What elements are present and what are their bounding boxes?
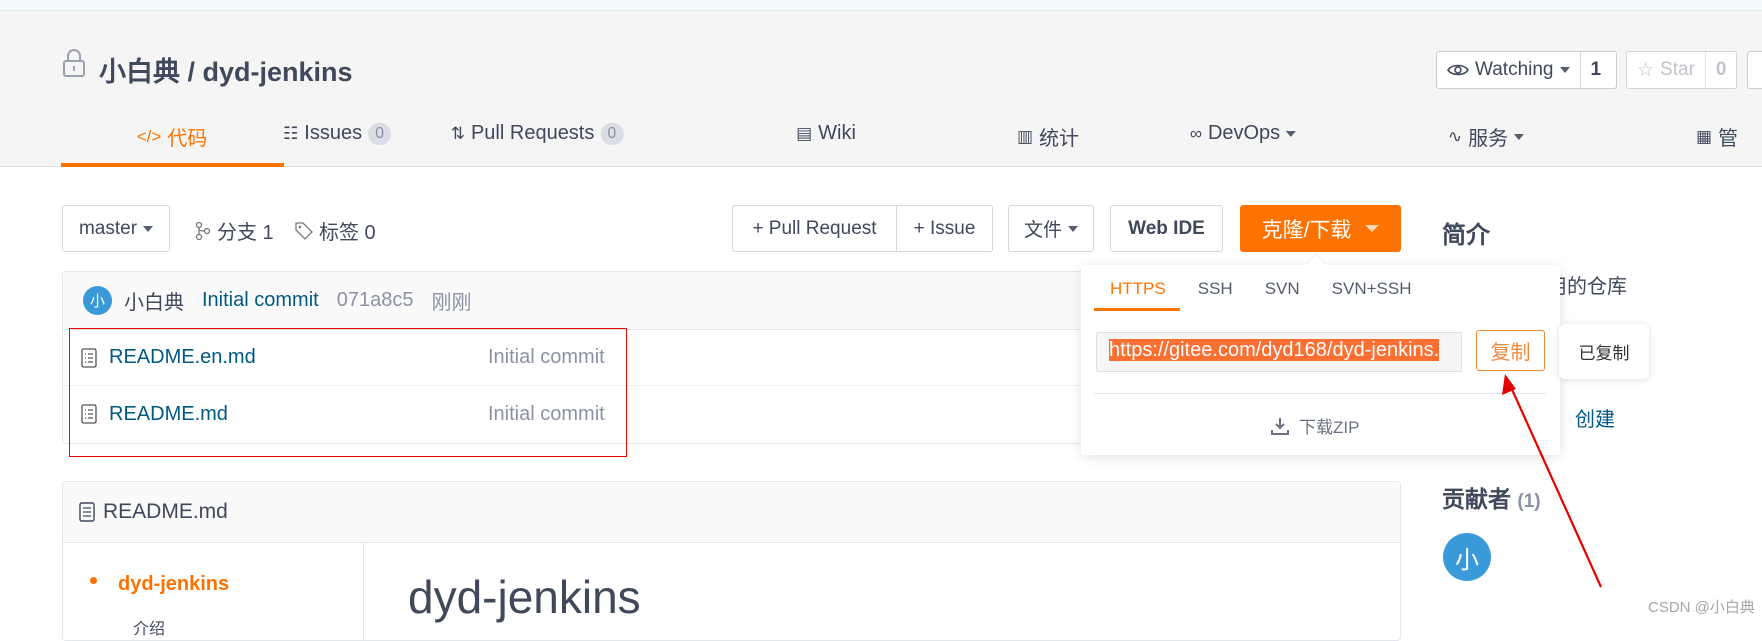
watch-count[interactable]: 1 <box>1579 52 1612 88</box>
protocol-tab-https[interactable]: HTTPS <box>1094 279 1182 299</box>
branch-icon <box>195 221 211 240</box>
tab-6[interactable]: ∿ 服务 <box>1447 122 1525 151</box>
watermark: CSDN @小白典 <box>1648 599 1755 616</box>
chevron-down-icon <box>1365 225 1380 232</box>
copied-tooltip: 已复制 <box>1559 324 1649 379</box>
tab-5[interactable]: ∞ DevOps <box>1189 122 1297 145</box>
toc-item[interactable]: dyd-jenkins <box>118 574 229 594</box>
pulse-icon: ∿ <box>1447 126 1463 146</box>
download-zip-link[interactable]: 下载ZIP <box>1271 413 1359 438</box>
clone-download-button[interactable]: 克隆/下载 <box>1240 205 1401 252</box>
tab-0[interactable]: </> 代码 <box>137 122 208 151</box>
bar-chart-icon: ▥ <box>1016 126 1034 146</box>
tab-4[interactable]: ▥ 统计 <box>1017 122 1079 151</box>
lock-icon <box>63 49 85 77</box>
readme-panel: README.md dyd-jenkins 介绍 dyd-jenkins <box>62 481 1401 641</box>
star-button[interactable]: ☆ Star 0 <box>1626 51 1737 89</box>
chevron-down-icon <box>1559 67 1570 73</box>
clone-popup: HTTPS SSH SVN SVN+SSH https://gitee.com/dyd… <box>1081 255 1560 455</box>
watch-toggle[interactable]: Watching <box>1437 52 1580 88</box>
tag-icon <box>295 221 313 240</box>
new-pull-request-button[interactable]: + Pull Request <box>732 205 897 252</box>
issues-icon: ☷ <box>283 123 299 143</box>
contributor-avatar[interactable]: 小 <box>1443 533 1491 581</box>
chevron-down-icon <box>1286 130 1297 137</box>
copy-button[interactable]: 复制 <box>1476 330 1545 371</box>
document-icon <box>79 502 95 522</box>
tab-count-badge: 0 <box>368 122 391 145</box>
clone-url-input[interactable]: https://gitee.com/dyd168/dyd-jenkins. <box>1096 332 1462 372</box>
readme-heading: dyd-jenkins <box>408 571 641 623</box>
commit-hash[interactable]: 071a8c5 <box>337 289 414 312</box>
commit-author[interactable]: 小白典 <box>124 286 184 315</box>
tab-1[interactable]: ☷ Issues 0 <box>283 122 391 145</box>
infinity-icon: ∞ <box>1189 123 1202 143</box>
branch-select[interactable]: master <box>62 205 170 252</box>
chevron-down-icon <box>1514 133 1525 140</box>
code-icon: </> <box>136 126 162 146</box>
readme-header: README.md <box>63 482 1400 543</box>
star-toggle[interactable]: ☆ Star <box>1627 52 1705 88</box>
protocol-tab-ssh[interactable]: SSH <box>1182 279 1249 299</box>
intro-title: 简介 <box>1442 222 1490 249</box>
book-icon: ▤ <box>796 123 813 143</box>
watch-button[interactable]: Watching 1 <box>1436 51 1617 89</box>
tab-3[interactable]: ▤ Wiki <box>796 122 856 145</box>
tab-2[interactable]: ⇅ Pull Requests 0 <box>451 122 624 145</box>
commit-time: 刚刚 <box>431 292 472 314</box>
star-count[interactable]: 0 <box>1704 52 1737 88</box>
download-icon <box>1271 417 1289 435</box>
repo-title[interactable]: 小白典 / dyd-jenkins <box>99 50 353 89</box>
eye-icon <box>1447 64 1469 76</box>
chevron-down-icon <box>143 225 154 232</box>
top-strip <box>0 0 1762 11</box>
settings-doc-icon: ▦ <box>1695 126 1713 146</box>
protocol-tab-svn[interactable]: SVN <box>1249 279 1316 299</box>
contributors-title: 贡献者 (1) <box>1442 486 1541 512</box>
web-ide-button[interactable]: Web IDE <box>1110 205 1223 252</box>
fork-button[interactable] <box>1747 51 1762 89</box>
file-menu-button[interactable]: 文件 <box>1008 205 1094 252</box>
pull-request-icon: ⇅ <box>450 123 465 143</box>
branches-link[interactable]: 分支 1 <box>195 216 274 245</box>
active-tab-indicator <box>61 163 284 167</box>
author-avatar[interactable]: 小 <box>83 286 112 315</box>
tab-count-badge: 0 <box>600 122 624 145</box>
protocol-tab-svn-ssh[interactable]: SVN+SSH <box>1316 279 1428 299</box>
create-link[interactable]: 创建 <box>1575 403 1615 432</box>
star-icon: ☆ <box>1637 59 1655 81</box>
tags-link[interactable]: 标签 0 <box>295 216 376 245</box>
toc-item[interactable]: 介绍 <box>133 615 165 639</box>
chevron-down-icon <box>1068 225 1078 232</box>
tab-7[interactable]: ▦ 管 <box>1696 122 1738 151</box>
active-protocol-indicator <box>1094 308 1180 311</box>
new-issue-button[interactable]: + Issue <box>896 205 993 252</box>
commit-message[interactable]: Initial commit <box>202 289 319 312</box>
annotation-box <box>69 328 627 457</box>
